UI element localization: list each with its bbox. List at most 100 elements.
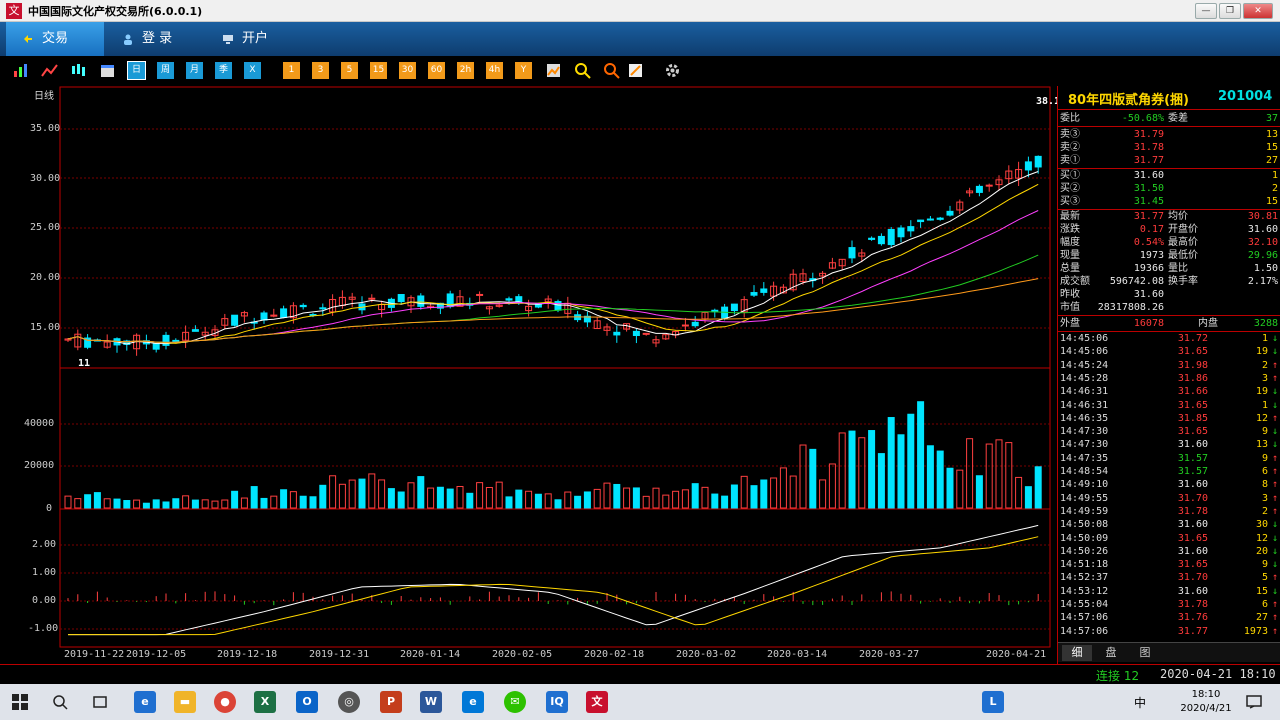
- close-button[interactable]: ✕: [1243, 3, 1273, 19]
- period-day-button[interactable]: 日: [127, 61, 146, 80]
- period-2h-button[interactable]: 2h: [457, 62, 474, 79]
- tab-login[interactable]: 登 录: [106, 22, 204, 56]
- tick-price: 31.85: [1177, 412, 1208, 424]
- image-icon[interactable]: [545, 62, 562, 79]
- maximize-button[interactable]: ❐: [1219, 3, 1241, 19]
- period-15min-button[interactable]: 15: [370, 62, 387, 79]
- tick-qty: 6: [1261, 599, 1268, 610]
- bid-label: 买②: [1060, 183, 1080, 194]
- volume-bar: [309, 496, 317, 509]
- period-60min-button[interactable]: 60: [428, 62, 445, 79]
- tab-trade[interactable]: 交易: [6, 22, 104, 56]
- volume-bar: [476, 482, 484, 509]
- candle-body: [730, 303, 738, 312]
- zoom-out-icon[interactable]: [603, 62, 620, 79]
- candle-body: [691, 321, 699, 327]
- inner-label: 内盘: [1198, 318, 1218, 329]
- tick-row: 14:55:04 31.78 6 ↑: [1058, 598, 1280, 611]
- tick-row: 14:49:55 31.70 3 ↑: [1058, 492, 1280, 505]
- tick-direction: ↓: [1271, 519, 1278, 531]
- status-datetime: 2020-04-21 18:10: [1160, 667, 1276, 681]
- tab-detail[interactable]: 细: [1062, 645, 1092, 661]
- bar-chart-icon[interactable]: [12, 62, 29, 79]
- exchange-app-icon[interactable]: 文: [586, 691, 608, 713]
- iq-app-icon[interactable]: IQ: [546, 691, 568, 713]
- wechat-icon[interactable]: ✉: [504, 691, 526, 713]
- notification-icon[interactable]: [1246, 694, 1262, 710]
- candle-body: [848, 247, 856, 259]
- tick-qty: 9: [1261, 559, 1268, 571]
- tick-price: 31.57: [1177, 466, 1208, 477]
- tab-chart[interactable]: 图: [1130, 645, 1160, 661]
- tick-row: 14:45:24 31.98 2 ↑: [1058, 359, 1280, 372]
- period-4h-button[interactable]: 4h: [486, 62, 503, 79]
- volume-bar: [917, 401, 925, 509]
- word-icon[interactable]: W: [420, 691, 442, 713]
- volume-bar: [133, 499, 141, 509]
- search-icon[interactable]: [52, 694, 68, 710]
- candle-body: [172, 339, 180, 342]
- tab-open-account[interactable]: 开户: [206, 22, 304, 56]
- l-app-tray-icon[interactable]: L: [982, 691, 1004, 713]
- chrome-icon[interactable]: ●: [214, 691, 236, 713]
- task-view-icon[interactable]: [92, 694, 108, 710]
- stat-value: 29.96: [1247, 250, 1278, 261]
- candle-body: [397, 294, 405, 303]
- period-week-button[interactable]: 周: [157, 62, 174, 79]
- tick-row: 14:47:30 31.65 9 ↓: [1058, 425, 1280, 438]
- candlestick-icon[interactable]: [70, 62, 87, 79]
- period-3min-button[interactable]: 3: [312, 62, 329, 79]
- title-bar: 文 中国国际文化产权交易所(6.0.0.1) — ❐ ✕: [0, 0, 1280, 22]
- stat-label: 量比: [1168, 263, 1188, 274]
- period-month-button[interactable]: 月: [186, 62, 203, 79]
- volume-bar: [74, 498, 82, 509]
- period-1min-button[interactable]: 1: [283, 62, 300, 79]
- line-chart-icon[interactable]: [41, 62, 58, 79]
- bid-price: 31.45: [1133, 196, 1164, 207]
- file-explorer-icon[interactable]: ▬: [174, 691, 196, 713]
- period-quarter-button[interactable]: 季: [215, 62, 232, 79]
- kline-chart[interactable]: 日线 35.00 30.00 25.00 20.00 15.00 40000 2…: [0, 86, 1066, 664]
- volume-bar: [182, 495, 190, 509]
- windows-start-icon[interactable]: [12, 694, 28, 710]
- candle-body: [897, 227, 905, 238]
- ie-browser-icon[interactable]: e: [134, 691, 156, 713]
- period-x-button[interactable]: X: [244, 62, 261, 79]
- ime-indicator[interactable]: 中: [1134, 694, 1146, 711]
- macd-axis-tick: 1.00: [32, 567, 57, 578]
- outlook-icon[interactable]: O: [296, 691, 318, 713]
- powerpoint-icon[interactable]: P: [380, 691, 402, 713]
- draw-tool-icon[interactable]: [627, 62, 644, 79]
- tick-list[interactable]: 14:45:06 31.72 1 ↓ 14:45:06 31.65 19 ↓ 14:45:24 3…: [1058, 332, 1280, 640]
- stat-value: 30.81: [1247, 211, 1278, 222]
- volume-bar: [544, 493, 552, 509]
- macd-axis-tick: 2.00: [32, 539, 57, 550]
- stat-label: 最高价: [1168, 237, 1198, 248]
- outer-inner-row: 外盘 16078 内盘 3288: [1058, 317, 1280, 330]
- price-axis-tick: 15.00: [30, 322, 61, 333]
- diff-value: 37: [1265, 113, 1278, 124]
- inner-value: 3288: [1253, 318, 1278, 329]
- period-year-button[interactable]: Y: [515, 62, 532, 79]
- app-icon[interactable]: ◎: [338, 691, 360, 713]
- tab-depth[interactable]: 盘: [1096, 645, 1126, 661]
- minimize-button[interactable]: —: [1195, 3, 1217, 19]
- edge-browser-icon[interactable]: e: [462, 691, 484, 713]
- settings-gear-icon[interactable]: [664, 62, 681, 79]
- ratio-value: -50.68%: [1121, 113, 1164, 124]
- period-5min-button[interactable]: 5: [341, 62, 358, 79]
- date-axis-tick: 2019-11-22: [64, 649, 125, 660]
- volume-bar: [691, 483, 699, 509]
- system-clock[interactable]: 18:10 2020/4/21: [1178, 688, 1234, 716]
- excel-icon[interactable]: X: [254, 691, 276, 713]
- quote-panel: 80年四版贰角券(捆) 201004 委比 -50.68% 委差 37 卖③ 3…: [1057, 86, 1280, 664]
- tick-time: 14:47:35: [1060, 452, 1109, 464]
- volume-bar: [985, 443, 993, 509]
- tick-price: 31.65: [1177, 426, 1208, 438]
- calendar-icon[interactable]: [99, 62, 116, 79]
- connection-status: 连接 12: [1096, 669, 1140, 683]
- period-label: 日线: [34, 91, 54, 102]
- volume-bar: [123, 500, 131, 509]
- period-30min-button[interactable]: 30: [399, 62, 416, 79]
- zoom-in-icon[interactable]: [574, 62, 591, 79]
